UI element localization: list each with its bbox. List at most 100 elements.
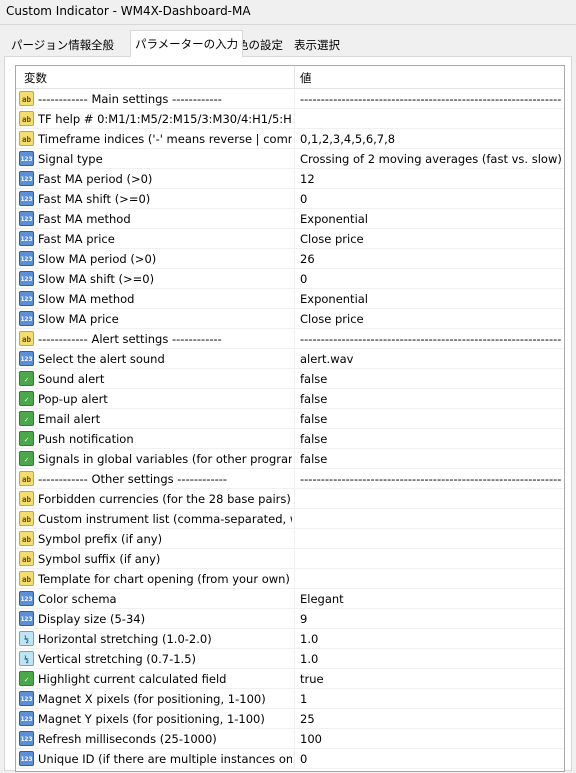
parameter-name: Timeframe indices ('-' means reverse | c… bbox=[38, 132, 292, 146]
parameter-value[interactable]: ----------------------------------------… bbox=[300, 472, 562, 486]
parameter-value[interactable]: 12 bbox=[300, 172, 562, 186]
parameter-row[interactable]: 123 Fast MA period (>0) 12 bbox=[16, 169, 564, 189]
parameter-name: Sound alert bbox=[38, 372, 105, 386]
parameter-row[interactable]: ✓ Sound alert false bbox=[16, 369, 564, 389]
tab-input-parameters[interactable]: パラメーターの入力 bbox=[130, 30, 244, 57]
parameter-value[interactable]: ----------------------------------------… bbox=[300, 332, 562, 346]
parameter-row[interactable]: ✓ Signals in global variables (for other … bbox=[16, 449, 564, 469]
parameter-row[interactable]: ab Forbidden currencies (for the 28 base … bbox=[16, 489, 564, 509]
parameter-value[interactable]: 0 bbox=[300, 272, 562, 286]
parameter-value[interactable]: false bbox=[300, 392, 562, 406]
boolean-type-icon: ✓ bbox=[19, 371, 34, 386]
cell-divider bbox=[294, 349, 295, 369]
integer-type-icon: 123 bbox=[19, 151, 34, 166]
cell-divider bbox=[294, 109, 295, 129]
cell-divider bbox=[294, 389, 295, 409]
parameter-row[interactable]: ab Custom instrument list (comma-separate… bbox=[16, 509, 564, 529]
parameter-row[interactable]: 123 Fast MA price Close price bbox=[16, 229, 564, 249]
parameter-row[interactable]: 123 Slow MA period (>0) 26 bbox=[16, 249, 564, 269]
integer-type-icon: 123 bbox=[19, 291, 34, 306]
column-divider[interactable] bbox=[294, 66, 295, 88]
parameter-value[interactable]: 26 bbox=[300, 252, 562, 266]
parameter-row[interactable]: ✓ Email alert false bbox=[16, 409, 564, 429]
parameter-row[interactable]: 123 Magnet X pixels (for positioning, 1-1… bbox=[16, 689, 564, 709]
tab-visualization[interactable]: 表示選択 bbox=[289, 33, 345, 55]
string-type-icon: ab bbox=[19, 331, 34, 346]
parameter-value[interactable]: alert.wav bbox=[300, 352, 562, 366]
tab-general[interactable]: 全般 bbox=[86, 33, 119, 55]
parameter-row[interactable]: 123 Color schema Elegant bbox=[16, 589, 564, 609]
parameter-value[interactable]: false bbox=[300, 412, 562, 426]
parameter-name: Symbol prefix (if any) bbox=[38, 532, 163, 546]
parameter-row[interactable]: ✓ Highlight current calculated field true bbox=[16, 669, 564, 689]
integer-type-icon: 123 bbox=[19, 611, 34, 626]
parameter-name: Fast MA method bbox=[38, 212, 131, 226]
parameter-row[interactable]: 123 Unique ID (if there are multiple inst… bbox=[16, 749, 564, 769]
boolean-type-icon: ✓ bbox=[19, 411, 34, 426]
parameter-name: Signals in global variables (for other p… bbox=[38, 452, 292, 466]
boolean-type-icon: ✓ bbox=[19, 671, 34, 686]
cell-divider bbox=[294, 149, 295, 169]
parameter-row[interactable]: 123 Fast MA method Exponential bbox=[16, 209, 564, 229]
parameter-row[interactable]: ab ------------ Alert settings ----------… bbox=[16, 329, 564, 349]
parameter-row[interactable]: ab ------------ Main settings -----------… bbox=[16, 89, 564, 109]
parameter-value[interactable]: 100 bbox=[300, 732, 562, 746]
parameter-row[interactable]: 123 Slow MA shift (>=0) 0 bbox=[16, 269, 564, 289]
parameter-row[interactable]: 123 Select the alert sound alert.wav bbox=[16, 349, 564, 369]
title-bar: Custom Indicator - WM4X-Dashboard-MA bbox=[0, 0, 576, 25]
parameter-row[interactable]: ab TF help # 0:M1/1:M5/2:M15/3:M30/4:H1/5… bbox=[16, 109, 564, 129]
parameter-value[interactable]: 9 bbox=[300, 612, 562, 626]
parameter-value[interactable]: Crossing of 2 moving averages (fast vs. … bbox=[300, 152, 562, 166]
parameter-row[interactable]: 123 Signal type Crossing of 2 moving avera… bbox=[16, 149, 564, 169]
string-type-icon: ab bbox=[19, 131, 34, 146]
cell-divider bbox=[294, 469, 295, 489]
parameter-name: Slow MA price bbox=[38, 312, 119, 326]
parameter-row[interactable]: ab Template for chart opening (from your … bbox=[16, 569, 564, 589]
column-header-variable[interactable]: 変数 bbox=[24, 70, 47, 86]
parameter-name: Slow MA method bbox=[38, 292, 135, 306]
parameter-row[interactable]: ✓ Push notification false bbox=[16, 429, 564, 449]
column-header-value[interactable]: 値 bbox=[300, 70, 312, 86]
cell-divider bbox=[294, 449, 295, 469]
parameter-row[interactable]: 123 Refresh milliseconds (25-1000) 100 bbox=[16, 729, 564, 749]
parameter-value[interactable]: 0,1,2,3,4,5,6,7,8 bbox=[300, 132, 562, 146]
parameter-value[interactable]: 1.0 bbox=[300, 652, 562, 666]
parameter-row[interactable]: ½ Horizontal stretching (1.0-2.0) 1.0 bbox=[16, 629, 564, 649]
cell-divider bbox=[294, 609, 295, 629]
tab-version-info[interactable]: パージョン情報 bbox=[6, 33, 96, 55]
parameter-value[interactable]: Elegant bbox=[300, 592, 562, 606]
parameter-row[interactable]: ab ------------ Other settings ----------… bbox=[16, 469, 564, 489]
string-type-icon: ab bbox=[19, 551, 34, 566]
parameter-row[interactable]: 123 Slow MA method Exponential bbox=[16, 289, 564, 309]
parameter-value[interactable]: 1 bbox=[300, 692, 562, 706]
parameter-row[interactable]: 123 Display size (5-34) 9 bbox=[16, 609, 564, 629]
integer-type-icon: 123 bbox=[19, 171, 34, 186]
parameter-name: Display size (5-34) bbox=[38, 612, 146, 626]
parameter-value[interactable]: 0 bbox=[300, 752, 562, 766]
parameter-value[interactable]: ----------------------------------------… bbox=[300, 92, 562, 106]
parameter-value[interactable]: false bbox=[300, 432, 562, 446]
parameter-value[interactable]: true bbox=[300, 672, 562, 686]
cell-divider bbox=[294, 689, 295, 709]
parameter-value[interactable]: 0 bbox=[300, 192, 562, 206]
parameter-row[interactable]: ½ Vertical stretching (0.7-1.5) 1.0 bbox=[16, 649, 564, 669]
parameter-row[interactable]: ab Timeframe indices ('-' means reverse |… bbox=[16, 129, 564, 149]
parameter-value[interactable]: false bbox=[300, 452, 562, 466]
parameter-row[interactable]: ✓ Pop-up alert false bbox=[16, 389, 564, 409]
parameter-name: TF help # 0:M1/1:M5/2:M15/3:M30/4:H1/5:H… bbox=[38, 112, 292, 126]
parameter-value[interactable]: Close price bbox=[300, 312, 562, 326]
parameter-value[interactable]: 1.0 bbox=[300, 632, 562, 646]
string-type-icon: ab bbox=[19, 531, 34, 546]
parameter-row[interactable]: ab Symbol prefix (if any) bbox=[16, 529, 564, 549]
parameter-value[interactable]: 25 bbox=[300, 712, 562, 726]
parameter-value[interactable]: Close price bbox=[300, 232, 562, 246]
parameter-row[interactable]: 123 Fast MA shift (>=0) 0 bbox=[16, 189, 564, 209]
cell-divider bbox=[294, 749, 295, 769]
parameter-value[interactable]: false bbox=[300, 372, 562, 386]
parameter-row[interactable]: 123 Slow MA price Close price bbox=[16, 309, 564, 329]
parameter-value[interactable]: Exponential bbox=[300, 212, 562, 226]
parameter-row[interactable]: 123 Magnet Y pixels (for positioning, 1-1… bbox=[16, 709, 564, 729]
parameter-row[interactable]: ab Symbol suffix (if any) bbox=[16, 549, 564, 569]
parameter-value[interactable]: Exponential bbox=[300, 292, 562, 306]
cell-divider bbox=[294, 189, 295, 209]
